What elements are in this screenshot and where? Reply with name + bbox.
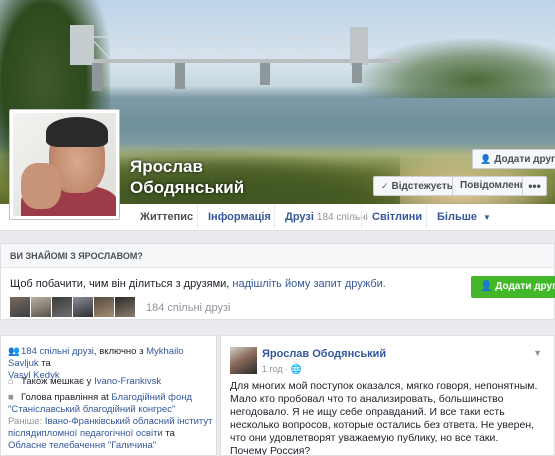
tab-about[interactable]: Інформація xyxy=(197,204,281,231)
work-prefix: Голова правління at xyxy=(21,392,112,403)
more-options-button[interactable]: ••• xyxy=(522,176,547,196)
tab-photos-label: Світлини xyxy=(372,211,423,223)
post-author-name[interactable]: Ярослав Ободянський xyxy=(262,348,386,360)
globe-icon: 🌐 xyxy=(290,364,302,374)
tab-timeline-label: Життепис xyxy=(140,211,194,223)
check-icon: ✓ xyxy=(381,181,389,191)
add-friend-green-icon: 👤 xyxy=(480,281,493,292)
add-friend-icon: 👤 xyxy=(480,154,492,164)
home-icon: ⌂ xyxy=(8,376,14,387)
mutual-friend-avatar[interactable] xyxy=(10,297,30,317)
profile-photo xyxy=(13,113,116,216)
mutual-friend-avatar[interactable] xyxy=(94,297,114,317)
post-options-chevron-icon[interactable]: ▼ xyxy=(533,348,542,358)
past-work-link-2[interactable]: Обласне телебачення "Галичина" xyxy=(8,440,156,451)
mutual-friend-avatar[interactable] xyxy=(73,297,93,317)
past-work-and: та xyxy=(162,428,175,439)
mutual-friends-count[interactable]: 184 спільні друзі xyxy=(146,302,230,314)
post-body: Для многих мой поступок оказался, мягко … xyxy=(230,380,550,456)
mutual-friend-avatar[interactable] xyxy=(31,297,51,317)
send-friend-request-link[interactable]: надішліть йому запит дружби. xyxy=(232,278,385,290)
work-row: ■ Голова правління at Благодійний фонд "С… xyxy=(8,392,213,452)
message-label: Повідомлення xyxy=(460,180,532,191)
mutual-friends-link[interactable]: 184 спільні друзі xyxy=(21,346,94,357)
mutual-friend-avatar[interactable] xyxy=(52,297,72,317)
do-you-know-prefix: Щоб побачити, чим він ділиться з друзями… xyxy=(10,278,233,290)
tab-friends-label: Друзі xyxy=(285,211,314,223)
do-you-know-text: Щоб побачити, чим він ділиться з друзями… xyxy=(10,278,386,290)
photo-hair xyxy=(46,117,108,147)
profile-picture[interactable] xyxy=(9,109,120,220)
post-paragraph: Почему Россия? xyxy=(230,445,311,456)
do-you-know-box: ВИ ЗНАЙОМІ З ЯРОСЛАВОМ? Щоб побачити, чи… xyxy=(0,243,555,320)
mutual-friend-avatar[interactable] xyxy=(115,297,135,317)
tab-timeline[interactable]: Життепис xyxy=(130,204,203,231)
briefcase-icon: ■ xyxy=(8,392,14,403)
lives-in-link[interactable]: Ivano-Frankivsk xyxy=(94,376,161,387)
past-work-prefix: Раніше: xyxy=(8,416,45,427)
tab-more-label: Більше xyxy=(437,211,477,223)
tab-about-label: Інформація xyxy=(208,211,271,223)
add-friend-label: Додати друга xyxy=(494,154,555,165)
mutual-including-text: , включно з xyxy=(93,346,147,357)
profile-first-name: Ярослав xyxy=(130,157,203,176)
add-friend-green-button[interactable]: 👤 Додати друга xyxy=(471,276,555,298)
post-author-avatar[interactable] xyxy=(230,347,257,374)
mutual-and-text: та xyxy=(38,358,51,369)
more-dots-icon: ••• xyxy=(528,179,541,193)
lives-in-prefix: Також мешкає у xyxy=(21,376,95,387)
intro-panel: 👥184 спільні друзі, включно з Mykhailo S… xyxy=(0,335,217,456)
do-you-know-header: ВИ ЗНАЙОМІ З ЯРОСЛАВОМ? xyxy=(1,244,554,268)
cover-bridge xyxy=(70,25,400,91)
add-friend-green-label: Додати друга xyxy=(495,281,555,292)
chevron-down-icon: ▼ xyxy=(483,213,491,222)
post-paragraph: Для многих мой поступок оказался, мягко … xyxy=(230,380,538,444)
post-timestamp[interactable]: 1 год · 🌐 xyxy=(262,364,302,375)
lives-in-row: ⌂ Також мешкає у Ivano-Frankivsk xyxy=(8,376,161,388)
tab-photos[interactable]: Світлини xyxy=(361,204,432,231)
mutual-friends-thumbnails xyxy=(10,297,135,317)
post-time-label: 1 год · xyxy=(262,364,291,374)
tab-more[interactable]: Більше ▼ xyxy=(426,204,501,231)
add-friend-button[interactable]: 👤 Додати друга xyxy=(472,149,555,169)
photo-hand xyxy=(21,163,61,209)
profile-last-name: Ободянський xyxy=(130,178,245,197)
friends-icon: 👥 xyxy=(8,346,20,357)
profile-name[interactable]: Ярослав Ободянський xyxy=(130,156,244,198)
timeline-post: Ярослав Ободянський 1 год · 🌐 ▼ Для мног… xyxy=(220,335,555,456)
